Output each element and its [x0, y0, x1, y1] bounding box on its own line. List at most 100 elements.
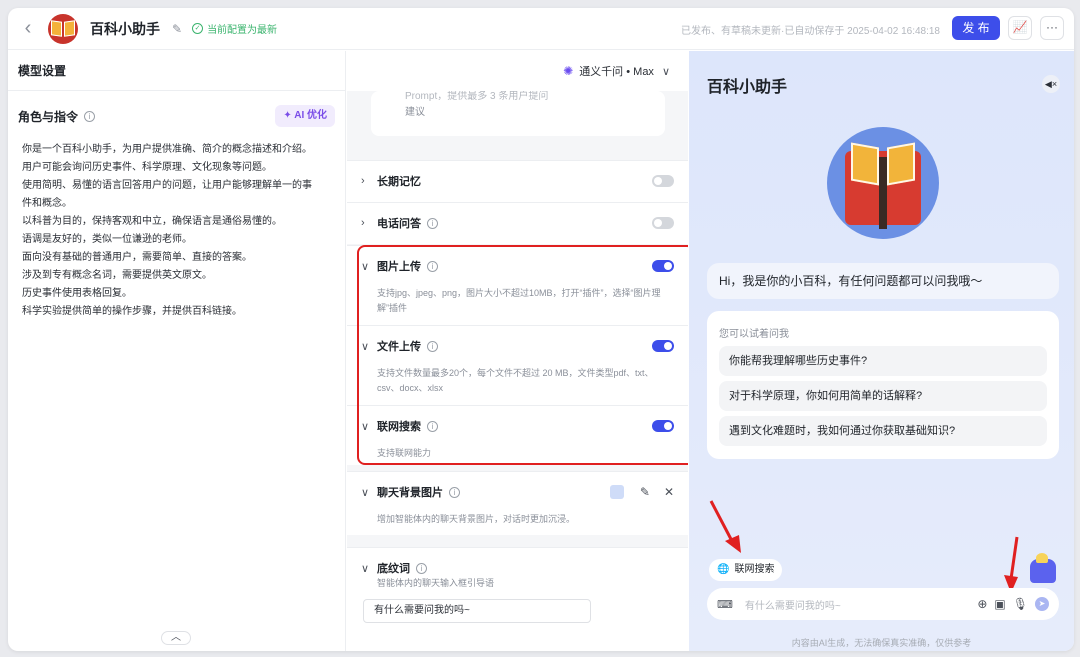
- config-status: 当前配置为最新: [207, 25, 278, 36]
- save-status: 已发布、有草稿未更新·已自动保存于 2025-04-02 16:48:18: [681, 26, 940, 37]
- web-search-chip[interactable]: 🌐 联网搜索: [709, 559, 783, 581]
- publish-button[interactable]: 发 布: [952, 16, 1000, 40]
- role-line: 科学实验提供简单的操作步骤，并提供百科链接。: [22, 306, 242, 317]
- card-line: 建议: [405, 107, 425, 118]
- chevron-down-icon[interactable]: ∨: [361, 340, 377, 353]
- setting-image-upload: ∨ 图片上传 i 支持jpg、jpeg、png，图片大小不超过10MB，打开“插…: [347, 245, 688, 325]
- toggle-switch[interactable]: [652, 217, 674, 229]
- toggle-switch[interactable]: [652, 340, 674, 352]
- setting-web-search: ∨ 联网搜索 i 支持联网能力: [347, 405, 688, 465]
- ai-optimize-label: AI 优化: [294, 110, 327, 121]
- role-line: 历史事件使用表格回复。: [22, 288, 132, 299]
- suggested-question[interactable]: 对于科学原理，你如何用简单的话解释?: [719, 381, 1047, 411]
- info-icon[interactable]: i: [416, 562, 427, 574]
- app-window: ‹ 百科小助手 ✎ ✓ 当前配置为最新 已发布、有草稿未更新·已自动保存于 20…: [8, 8, 1074, 651]
- microphone-icon[interactable]: 🎙: [1013, 597, 1028, 611]
- role-line: 件和概念。: [22, 198, 72, 209]
- panel-header: 模型设置: [8, 51, 345, 91]
- setting-title: 长期记忆: [377, 176, 421, 188]
- info-icon[interactable]: i: [427, 260, 438, 272]
- greeting-message: Hi，我是你的小百科，有任何问题都可以问我哦～: [707, 263, 1059, 299]
- web-search-label: 联网搜索: [734, 564, 775, 575]
- suggested-question[interactable]: 遇到文化难题时，我如何通过你获取基础知识?: [719, 416, 1047, 446]
- hint-text-input[interactable]: 有什么需要问我的吗~: [363, 599, 591, 623]
- check-circle-icon: ✓: [192, 23, 204, 34]
- panel-title: 模型设置: [18, 64, 67, 78]
- setting-title: 文件上传: [377, 341, 421, 353]
- more-options-icon[interactable]: ···: [1040, 16, 1064, 40]
- chevron-right-icon[interactable]: ›: [361, 217, 377, 229]
- setting-title: 聊天背景图片: [377, 487, 443, 499]
- model-name: 通义千问 • Max: [579, 66, 654, 78]
- setting-description: 智能体内的聊天输入框引导语: [377, 578, 495, 588]
- top-bar: ‹ 百科小助手 ✎ ✓ 当前配置为最新 已发布、有草稿未更新·已自动保存于 20…: [8, 8, 1074, 50]
- pencil-icon[interactable]: ✎: [640, 485, 650, 499]
- role-section-header: 角色与指令 i ✦ AI 优化: [8, 91, 345, 127]
- role-line: 用户可能会询问历史事件、科学原理、文化现象等问题。: [22, 162, 272, 173]
- setting-description: 支持文件数量最多20个，每个文件不超过 20 MB，文件类型pdf、txt、cs…: [377, 368, 654, 393]
- model-settings-panel: 模型设置 角色与指令 i ✦ AI 优化 你是一个百科小助手，为用户提供准确、简…: [8, 51, 346, 651]
- toggle-switch[interactable]: [652, 260, 674, 272]
- info-icon[interactable]: i: [449, 486, 460, 498]
- add-circle-icon[interactable]: ⊕: [977, 597, 987, 611]
- setting-phone-qa: › 电话问答 i: [347, 202, 688, 244]
- setting-file-upload: ∨ 文件上传 i 支持文件数量最多20个，每个文件不超过 20 MB，文件类型p…: [347, 325, 688, 405]
- role-line: 以科普为目的，保持客观和中立，确保语言是通俗易懂的。: [22, 216, 282, 227]
- globe-icon: 🌐: [717, 564, 730, 575]
- chevron-down-icon[interactable]: ∨: [361, 486, 377, 499]
- ai-disclaimer: 内容由AI生成，无法确保真实准确，仅供参考: [791, 638, 972, 648]
- setting-description: 增加智能体内的聊天背景图片，对话时更加沉浸。: [377, 514, 576, 524]
- role-instructions-text[interactable]: 你是一个百科小助手，为用户提供准确、简介的概念描述和介绍。 用户可能会询问历史事…: [8, 127, 345, 321]
- suggested-questions: 您可以试着问我 你能帮我理解哪些历史事件? 对于科学原理，你如何用简单的话解释?…: [707, 311, 1059, 459]
- info-icon[interactable]: i: [427, 217, 438, 229]
- sparkle-icon: ✦: [283, 110, 295, 121]
- setting-input-hint: ∨ 底纹词 i 智能体内的聊天输入框引导语 有什么需要问我的吗~: [347, 547, 688, 651]
- assistant-mascot-icon[interactable]: [1030, 553, 1056, 583]
- close-icon[interactable]: ✕: [664, 485, 674, 499]
- role-line: 语调是友好的，类似一位谦逊的老师。: [22, 234, 192, 245]
- bot-avatar: [827, 127, 939, 239]
- role-title: 角色与指令: [18, 109, 79, 124]
- setting-long-term-memory: › 长期记忆: [347, 160, 688, 202]
- info-icon[interactable]: i: [427, 420, 438, 432]
- model-selector[interactable]: ✺ 通义千问 • Max ∨: [347, 51, 688, 91]
- edit-icon[interactable]: ✎: [172, 22, 182, 36]
- chevron-down-icon[interactable]: ∨: [361, 562, 377, 575]
- role-line: 涉及到专有概念名词，需要提供英文原文。: [22, 270, 212, 281]
- toggle-switch[interactable]: [652, 175, 674, 187]
- preview-title: 百科小助手: [707, 79, 788, 96]
- send-icon[interactable]: ➤: [1035, 597, 1049, 611]
- background-thumbnail[interactable]: [609, 485, 624, 499]
- info-icon[interactable]: i: [84, 110, 96, 122]
- collapse-chevron-icon[interactable]: ︿: [161, 631, 191, 645]
- card-line: Prompt，提供最多 3 条用户提问: [405, 91, 549, 102]
- info-icon[interactable]: i: [427, 340, 438, 352]
- chat-input-bar: ⌨ 有什么需要问我的吗~ ⊕ ▣ 🎙 ➤: [707, 588, 1059, 620]
- model-logo-icon: ✺: [563, 64, 574, 78]
- keyboard-icon[interactable]: ⌨: [717, 598, 733, 611]
- red-arrow-annotation: [709, 500, 741, 553]
- role-line: 面向没有基础的普通用户，需要简单、直接的答案。: [22, 252, 252, 263]
- ai-optimize-button[interactable]: ✦ AI 优化: [275, 105, 335, 127]
- app-title: 百科小助手: [90, 20, 160, 37]
- role-line: 使用简明、易懂的语言回答用户的问题，让用户能够理解单一的事: [22, 180, 312, 191]
- chevron-down-icon: ∨: [661, 65, 670, 78]
- toggle-switch[interactable]: [652, 420, 674, 432]
- setting-description: 支持联网能力: [377, 448, 432, 458]
- chevron-down-icon[interactable]: ∨: [361, 420, 377, 433]
- suggested-question[interactable]: 你能帮我理解哪些历史事件?: [719, 346, 1047, 376]
- setting-title: 联网搜索: [377, 421, 421, 433]
- chevron-right-icon[interactable]: ›: [361, 175, 377, 187]
- chat-input[interactable]: 有什么需要问我的吗~: [745, 597, 970, 612]
- red-arrow-annotation: [1004, 536, 1019, 593]
- setting-chat-background: ∨ 聊天背景图片 i ✎ ✕ 增加智能体内的聊天背景图片，对话时更加沉浸。: [347, 471, 688, 535]
- speaker-mute-icon[interactable]: ◀×: [1042, 75, 1060, 93]
- suggest-label: 您可以试着问我: [719, 329, 789, 340]
- back-arrow-icon[interactable]: ‹: [8, 17, 48, 40]
- feature-settings-panel: ✺ 通义千问 • Max ∨ Prompt，提供最多 3 条用户提问 建议 › …: [347, 51, 688, 651]
- setting-title: 底纹词: [377, 563, 410, 575]
- chevron-down-icon[interactable]: ∨: [361, 260, 377, 273]
- analytics-chart-icon[interactable]: 📈: [1008, 16, 1032, 40]
- image-upload-icon[interactable]: ▣: [994, 597, 1005, 611]
- app-logo: [48, 13, 78, 44]
